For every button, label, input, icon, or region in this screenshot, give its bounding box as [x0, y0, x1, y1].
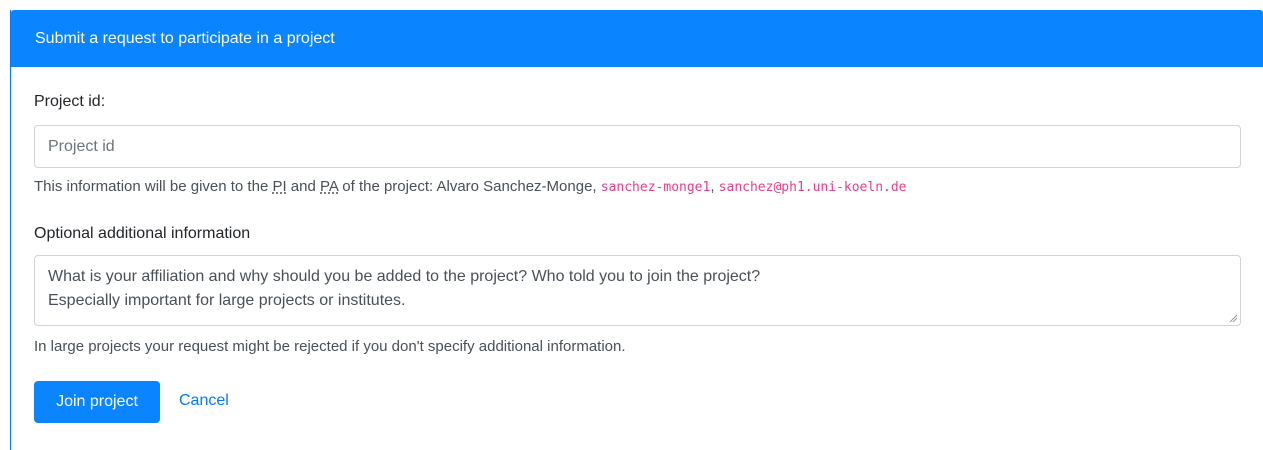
project-id-help-text: This information will be given to the PI…	[34, 178, 907, 195]
pi-email: sanchez@ph1.uni-koeln.de	[718, 180, 907, 195]
project-id-input[interactable]	[34, 125, 1241, 168]
join-project-button[interactable]: Join project	[34, 381, 160, 423]
card-header: Submit a request to participate in a pro…	[11, 10, 1263, 67]
cancel-link[interactable]: Cancel	[179, 392, 229, 410]
optional-info-textarea[interactable]: What is your affiliation and why should …	[34, 255, 1241, 326]
pa-abbr: PA	[320, 178, 339, 195]
help-comma: ,	[710, 178, 719, 195]
pi-username: sanchez-monge1	[600, 180, 711, 195]
project-id-label: Project id:	[34, 93, 106, 110]
resize-grip-icon[interactable]	[1229, 314, 1237, 322]
optional-info-label: Optional additional information	[34, 225, 251, 242]
textarea-placeholder-line1: What is your affiliation and why should …	[48, 268, 761, 285]
help-middle: of the project: Alvaro Sanchez-Monge,	[338, 178, 601, 195]
help-and: and	[286, 178, 321, 195]
optional-info-help-text: In large projects your request might be …	[34, 338, 626, 355]
textarea-placeholder-line2: Especially important for large projects …	[48, 292, 406, 309]
join-project-card: Submit a request to participate in a pro…	[10, 10, 1263, 450]
pi-abbr: PI	[272, 178, 287, 195]
card-title: Submit a request to participate in a pro…	[35, 30, 335, 47]
help-prefix: This information will be given to the	[34, 178, 273, 195]
